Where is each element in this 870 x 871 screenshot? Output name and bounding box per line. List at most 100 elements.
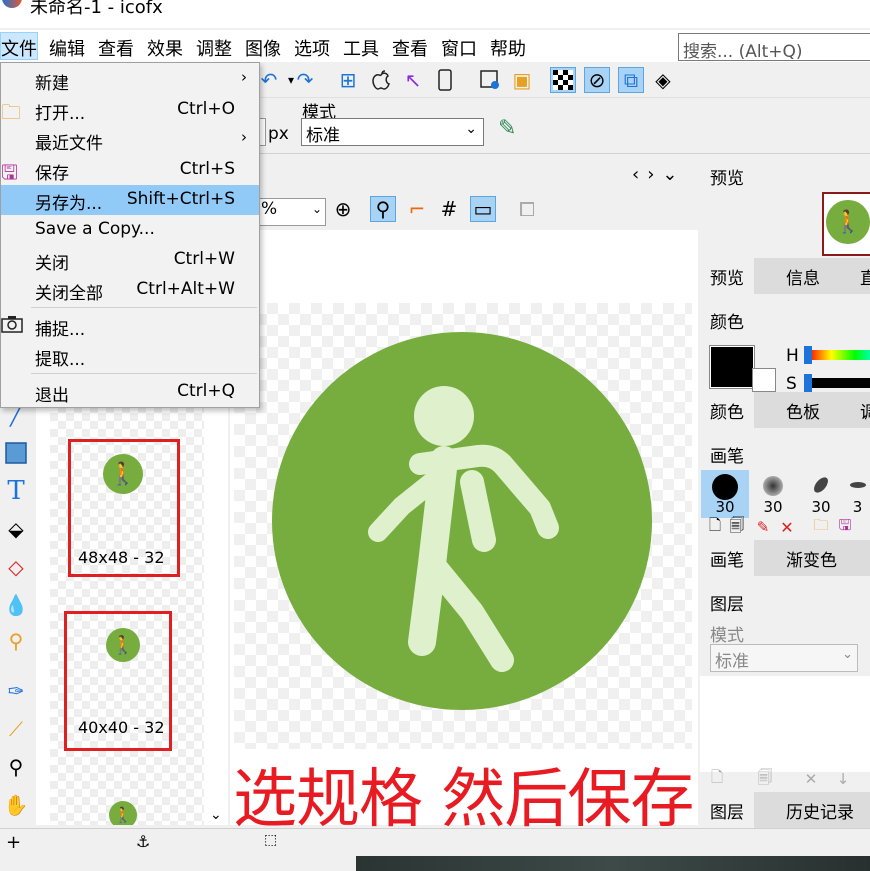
- delete-layer-icon[interactable]: ✕: [798, 766, 824, 792]
- menu-item-label: 另存为...: [35, 194, 103, 214]
- delete-brush-icon[interactable]: ✕: [774, 514, 800, 540]
- tab-gradient[interactable]: 渐变色: [786, 546, 837, 571]
- apple-icon[interactable]: [368, 67, 394, 93]
- hue-slider-thumb[interactable]: [804, 346, 812, 364]
- image-folder-icon[interactable]: ▣: [509, 67, 535, 93]
- format-list-scrollbar[interactable]: ⌄: [204, 405, 228, 825]
- measure-icon[interactable]: ⟋: [3, 715, 29, 743]
- edit-brush-icon[interactable]: ✎: [750, 514, 776, 540]
- new-image-icon[interactable]: [477, 67, 503, 93]
- menu-image[interactable]: 图像: [245, 35, 281, 61]
- format-label-48: 48x48 - 32: [78, 548, 165, 567]
- duplicate-layer-icon[interactable]: 🗐: [752, 766, 778, 792]
- windows-icon[interactable]: ⊞: [335, 67, 361, 93]
- submenu-arrow-icon: ›: [241, 128, 247, 146]
- new-layer-icon[interactable]: 🗋: [704, 766, 730, 792]
- redo-icon[interactable]: ↷: [292, 67, 318, 93]
- tab-preview[interactable]: 预览: [700, 258, 754, 294]
- menu-window[interactable]: 窗口: [441, 35, 477, 61]
- cursor-icon[interactable]: ↖: [400, 67, 426, 93]
- move-layer-down-icon[interactable]: ↓: [830, 766, 856, 792]
- tab-info[interactable]: 信息: [786, 264, 820, 289]
- menu-item-new[interactable]: 新建 ›: [1, 65, 259, 95]
- color-panel-title: 颜色: [710, 313, 744, 333]
- zoom-in-icon[interactable]: ⊕: [330, 196, 356, 222]
- menu-options[interactable]: 选项: [294, 35, 330, 61]
- search-input[interactable]: 搜索... (Alt+Q): [678, 33, 870, 62]
- background-color-swatch[interactable]: [752, 368, 776, 392]
- tab-swatches[interactable]: 色板: [786, 398, 820, 423]
- mode-select[interactable]: 标准 ⌄: [301, 118, 484, 146]
- eyedropper-icon[interactable]: ✑: [3, 677, 29, 705]
- selection-icon[interactable]: ⧉: [618, 67, 644, 93]
- tab-brush[interactable]: 画笔: [700, 540, 754, 576]
- layer-mode-label: 模式: [710, 626, 744, 646]
- layers-list[interactable]: [700, 676, 870, 772]
- menu-tools[interactable]: 工具: [343, 35, 379, 61]
- save-brush-icon[interactable]: 🖫: [832, 514, 858, 540]
- camera-icon: [1, 314, 25, 338]
- tab-histogram[interactable]: 直: [860, 264, 870, 289]
- layers-toggle-icon[interactable]: ◈: [650, 67, 676, 93]
- fill-bucket-icon[interactable]: ⬙: [3, 515, 29, 543]
- menu-item-close-all[interactable]: 关闭全部 Ctrl+Alt+W: [1, 275, 259, 305]
- hue-slider[interactable]: [808, 350, 870, 360]
- window-fit-icon[interactable]: ▭: [470, 196, 496, 222]
- brush-extra[interactable]: 3: [845, 470, 870, 518]
- menu-adjust[interactable]: 调整: [196, 35, 232, 61]
- eraser-icon[interactable]: ◇: [3, 553, 29, 581]
- chevron-down-icon[interactable]: ⌄: [210, 807, 222, 823]
- zoom-tool-icon[interactable]: ⚲: [370, 196, 396, 222]
- light-bulb-icon[interactable]: ⚲: [3, 627, 29, 655]
- brush-soft-30[interactable]: 30: [749, 470, 797, 518]
- menu-item-exit[interactable]: 退出 Ctrl+Q: [1, 377, 259, 407]
- menu-view-2[interactable]: 查看: [392, 35, 428, 61]
- zoom-select[interactable]: % ⌄: [258, 198, 326, 226]
- ruler-icon[interactable]: ⌐: [404, 196, 430, 222]
- brush-hard-30[interactable]: 30: [701, 470, 749, 518]
- tab-nav-arrows-icon[interactable]: ‹›⌄: [632, 164, 685, 185]
- menu-item-save-copy[interactable]: Save a Copy...: [1, 215, 259, 245]
- magnifier-icon[interactable]: ⚲: [3, 753, 29, 781]
- saturation-slider-thumb[interactable]: [804, 374, 812, 392]
- color-panel-tabs: 颜色 色板 调: [700, 392, 870, 428]
- menu-item-save-as[interactable]: 另存为... Shift+Ctrl+S: [1, 185, 259, 215]
- thumb-walker-icon: 🚶: [109, 801, 137, 825]
- menu-effects[interactable]: 效果: [147, 35, 183, 61]
- background-desktop-strip: [356, 856, 870, 871]
- export-frame-icon[interactable]: ⧠: [514, 196, 540, 222]
- menu-view[interactable]: 查看: [98, 35, 134, 61]
- menu-file[interactable]: 文件: [0, 32, 38, 60]
- menu-item-capture[interactable]: 捕捉...: [1, 311, 259, 341]
- menu-item-open[interactable]: 🗀 打开... Ctrl+O: [1, 95, 259, 125]
- menu-item-extract[interactable]: 提取...: [1, 341, 259, 371]
- water-drop-icon[interactable]: 💧: [3, 591, 29, 619]
- hand-tool-icon[interactable]: ✋: [3, 791, 29, 819]
- tab-history[interactable]: 历史记录: [786, 798, 854, 823]
- menu-item-close[interactable]: 关闭 Ctrl+W: [1, 245, 259, 275]
- menu-edit[interactable]: 编辑: [49, 35, 85, 61]
- tab-adjust[interactable]: 调: [860, 398, 870, 423]
- preview-walker-icon: 🚶: [826, 200, 870, 244]
- copy-brush-icon[interactable]: 🗐: [724, 514, 750, 540]
- open-brush-icon[interactable]: 🗀: [808, 514, 834, 540]
- tab-layers[interactable]: 图层: [700, 792, 754, 828]
- grid-icon[interactable]: #: [436, 196, 462, 222]
- menu-help[interactable]: 帮助: [490, 35, 526, 61]
- saturation-slider[interactable]: [808, 378, 870, 388]
- tab-color[interactable]: 颜色: [700, 392, 754, 428]
- antialias-feather-icon[interactable]: ✎: [498, 116, 516, 141]
- brush-preview-icon: [811, 474, 831, 496]
- menu-item-shortcut: Ctrl+W: [173, 249, 235, 269]
- preview-panel-title: 预览: [710, 169, 744, 189]
- text-tool-icon[interactable]: T: [3, 476, 29, 506]
- rectangle-tool-icon[interactable]: [3, 439, 29, 467]
- phone-icon[interactable]: [432, 67, 458, 93]
- checkerboard-icon[interactable]: [550, 67, 576, 93]
- no-transparency-icon[interactable]: ⊘: [584, 67, 610, 93]
- menu-item-save[interactable]: 🖫 保存 Ctrl+S: [1, 155, 259, 185]
- foreground-color-swatch[interactable]: [709, 345, 755, 389]
- brush-angled-30[interactable]: 30: [797, 470, 845, 518]
- layer-mode-select[interactable]: 标准 ⌄: [710, 644, 858, 672]
- menu-item-recent[interactable]: 最近文件 ›: [1, 125, 259, 155]
